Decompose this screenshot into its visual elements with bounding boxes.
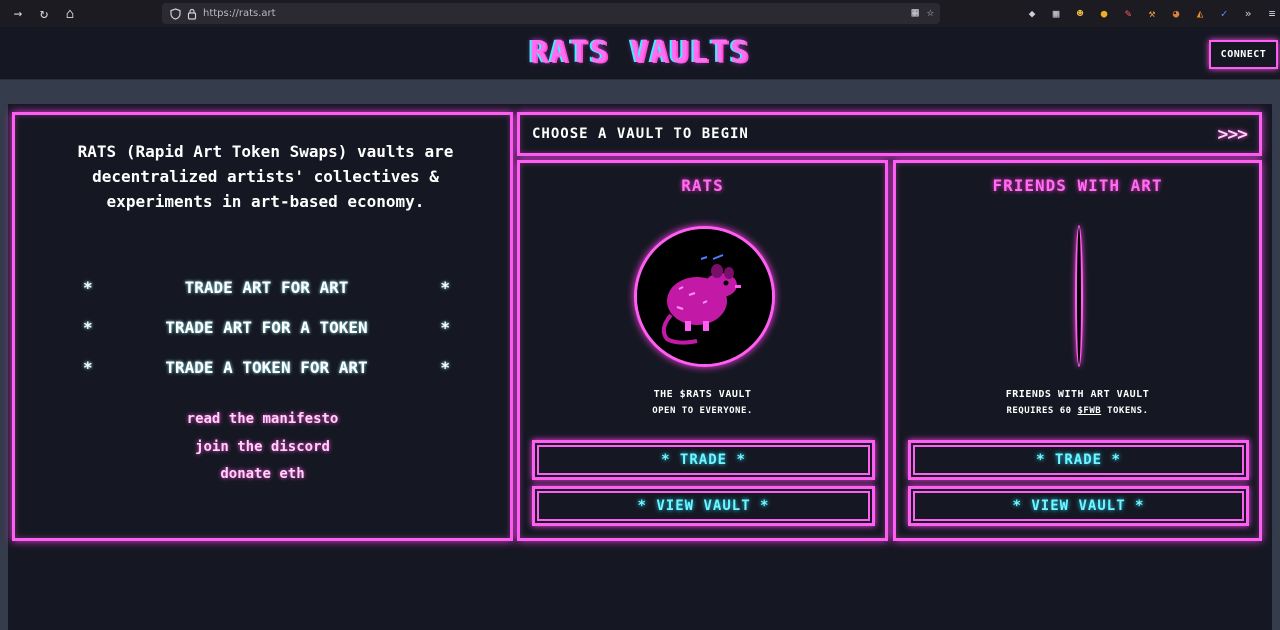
intro-panel: RATS (Rapid Art Token Swaps) vaults are … bbox=[12, 112, 513, 541]
bullet-asterisk: * bbox=[440, 277, 450, 297]
vault-name: RATS bbox=[681, 176, 724, 195]
connect-button[interactable]: CONNECT bbox=[1209, 40, 1278, 69]
vault-description: FRIENDS WITH ART VAULT REQUIRES 60 $FWB … bbox=[896, 387, 1259, 419]
extensions-grid-icon[interactable]: ▦ bbox=[1048, 6, 1064, 22]
vault-description: THE $RATS VAULT OPEN TO EVERYONE. bbox=[520, 387, 885, 419]
bookmark-star-icon[interactable]: ☆ bbox=[927, 5, 934, 19]
view-vault-button-label: * VIEW VAULT * bbox=[913, 491, 1244, 521]
vault-desc-title: FRIENDS WITH ART VAULT bbox=[1005, 389, 1150, 400]
view-vault-button[interactable]: * VIEW VAULT * bbox=[908, 486, 1249, 526]
metamask-fox-icon[interactable]: ◭ bbox=[1192, 6, 1208, 22]
view-vault-button-label: * VIEW VAULT * bbox=[537, 491, 870, 521]
extensions-toolbar: ◆ ▦ ☻ ● ✎ ⚒ ◕ ◭ ✓ » ≡ bbox=[1024, 0, 1280, 27]
ext-check-icon[interactable]: ✓ bbox=[1216, 6, 1232, 22]
frame-left-border bbox=[0, 104, 8, 630]
chooser-label: CHOOSE A VAULT TO BEGIN bbox=[532, 126, 749, 142]
ext-pen-icon[interactable]: ✎ bbox=[1120, 6, 1136, 22]
frame-top-band bbox=[0, 80, 1280, 104]
ext-cookie-icon[interactable]: ◕ bbox=[1168, 6, 1184, 22]
rat-icon bbox=[637, 229, 772, 364]
reload-icon[interactable]: ↻ bbox=[32, 0, 56, 27]
motto-item: * TRADE ART FOR A TOKEN * bbox=[83, 307, 450, 347]
discord-link[interactable]: join the discord bbox=[15, 439, 510, 467]
vault-desc-title: THE $RATS VAULT bbox=[653, 389, 752, 400]
page-title: RATS VAULTS bbox=[529, 35, 751, 70]
site-header: RATS VAULTS bbox=[0, 27, 1280, 80]
forward-icon[interactable]: → bbox=[6, 0, 30, 27]
home-icon[interactable]: ⌂ bbox=[58, 0, 82, 27]
donate-link[interactable]: donate eth bbox=[15, 466, 510, 494]
manifesto-link[interactable]: read the manifesto bbox=[15, 411, 510, 439]
motto-label: TRADE ART FOR A TOKEN bbox=[165, 317, 368, 337]
chevron-right-icon[interactable]: >>> bbox=[1217, 124, 1247, 145]
intro-links: read the manifesto join the discord dona… bbox=[15, 411, 510, 494]
trade-button-label: * TRADE * bbox=[537, 445, 870, 475]
rat-avatar bbox=[634, 226, 775, 367]
ext-hammer-icon[interactable]: ⚒ bbox=[1144, 6, 1160, 22]
vault-card-rats: RATS THE $RATS VAULT OPEN TO EVERYONE. *… bbox=[517, 160, 888, 541]
lock-icon bbox=[187, 8, 197, 20]
browser-toolbar: → ↻ ⌂ https://rats.art ▦ ☆ ◆ ▦ ☻ ● ✎ ⚒ ◕… bbox=[0, 0, 1280, 27]
shield-icon bbox=[170, 7, 181, 20]
intro-text: RATS (Rapid Art Token Swaps) vaults are … bbox=[77, 142, 454, 211]
vault-card-friends-with-art: FRIENDS WITH ART FRIENDS WITH ART VAULT … bbox=[893, 160, 1262, 541]
vault-desc-subtitle: REQUIRES 60 $FWB TOKENS. bbox=[896, 403, 1259, 419]
view-vault-button[interactable]: * VIEW VAULT * bbox=[532, 486, 875, 526]
motto-label: TRADE ART FOR ART bbox=[184, 277, 349, 297]
trade-button-label: * TRADE * bbox=[913, 445, 1244, 475]
url-text: https://rats.art bbox=[203, 8, 276, 19]
menu-icon[interactable]: ≡ bbox=[1264, 6, 1280, 22]
motto-label: TRADE A TOKEN FOR ART bbox=[165, 357, 368, 377]
requirement-text: REQUIRES 60 bbox=[1006, 406, 1078, 416]
bullet-asterisk: * bbox=[440, 357, 450, 377]
pocket-icon[interactable]: ◆ bbox=[1024, 6, 1040, 22]
fwb-token-link[interactable]: $FWB bbox=[1077, 406, 1101, 416]
frame-right-border bbox=[1272, 104, 1280, 630]
trade-button[interactable]: * TRADE * bbox=[908, 440, 1249, 480]
trade-button[interactable]: * TRADE * bbox=[532, 440, 875, 480]
vault-name: FRIENDS WITH ART bbox=[992, 176, 1163, 195]
ext-coin-icon[interactable]: ● bbox=[1096, 6, 1112, 22]
bullet-asterisk: * bbox=[83, 277, 93, 297]
requirement-suffix: TOKENS. bbox=[1101, 406, 1149, 416]
qr-grid-icon[interactable]: ▦ bbox=[912, 5, 919, 19]
bullet-asterisk: * bbox=[440, 317, 450, 337]
ext-emoji-icon[interactable]: ☻ bbox=[1072, 6, 1088, 22]
browser-nav: → ↻ ⌂ bbox=[6, 0, 82, 27]
bullet-asterisk: * bbox=[83, 317, 93, 337]
vault-desc-subtitle: OPEN TO EVERYONE. bbox=[652, 406, 753, 416]
motto-list: * TRADE ART FOR ART * * TRADE ART FOR A … bbox=[83, 267, 450, 387]
motto-item: * TRADE A TOKEN FOR ART * bbox=[83, 347, 450, 387]
overflow-chevron-icon[interactable]: » bbox=[1240, 6, 1256, 22]
motto-item: * TRADE ART FOR ART * bbox=[83, 267, 450, 307]
bullet-asterisk: * bbox=[83, 357, 93, 377]
address-bar[interactable]: https://rats.art ▦ ☆ bbox=[162, 3, 940, 24]
vault-chooser-bar[interactable]: CHOOSE A VAULT TO BEGIN >>> bbox=[517, 112, 1262, 156]
vault-thumbnail bbox=[1075, 225, 1083, 367]
